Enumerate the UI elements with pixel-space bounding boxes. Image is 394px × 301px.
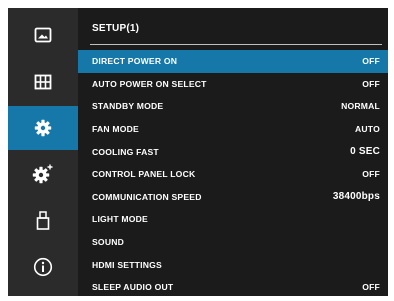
menu-item-control-panel-lock[interactable]: CONTROL PANEL LOCK OFF — [78, 163, 388, 186]
menu-item-label: STANDBY MODE — [92, 101, 164, 112]
setup-panel: SETUP(1) DIRECT POWER ON OFF AUTO POWER … — [78, 8, 388, 296]
menu-item-label: DIRECT POWER ON — [92, 56, 178, 67]
sidebar-item-layout[interactable] — [8, 60, 78, 104]
menu-item-value: 0 SEC — [350, 146, 380, 158]
menu-item-label: COMMUNICATION SPEED — [92, 191, 202, 202]
menu-item-label: FAN MODE — [92, 124, 139, 135]
menu-item-label: HDMI SETTINGS — [92, 259, 162, 270]
menu-item-value: OFF — [362, 56, 380, 67]
menu-item-auto-power-on-select[interactable]: AUTO POWER ON SELECT OFF — [78, 73, 388, 96]
menu-item-standby-mode[interactable]: STANDBY MODE NORMAL — [78, 95, 388, 118]
menu-item-value: OFF — [362, 169, 380, 180]
menu-item-light-mode[interactable]: LIGHT MODE — [78, 208, 388, 231]
sidebar-item-picture[interactable] — [8, 13, 78, 57]
menu-title: SETUP(1) — [92, 23, 140, 34]
title-divider — [90, 44, 382, 45]
settings-list: DIRECT POWER ON OFF AUTO POWER ON SELECT… — [78, 50, 388, 299]
menu-item-cooling-fast[interactable]: COOLING FAST 0 SEC — [78, 140, 388, 163]
gear-plus-icon — [32, 164, 53, 184]
menu-item-value: 38400bps — [332, 191, 380, 203]
sidebar-item-setup[interactable] — [8, 106, 78, 150]
menu-item-fan-mode[interactable]: FAN MODE AUTO — [78, 118, 388, 141]
menu-item-label: AUTO POWER ON SELECT — [92, 78, 207, 89]
gear-icon — [34, 119, 52, 137]
info-icon — [33, 257, 53, 277]
menu-item-label: CONTROL PANEL LOCK — [92, 169, 196, 180]
connector-icon — [36, 211, 50, 230]
menu-item-value: OFF — [362, 78, 380, 89]
sidebar-item-advanced-setup[interactable] — [8, 152, 78, 196]
sidebar-item-info[interactable] — [8, 245, 78, 289]
menu-item-hdmi-settings[interactable]: HDMI SETTINGS — [78, 253, 388, 276]
sidebar-item-connection[interactable] — [8, 199, 78, 243]
menu-item-communication-speed[interactable]: COMMUNICATION SPEED 38400bps — [78, 186, 388, 209]
layout-grid-icon — [34, 74, 52, 90]
sidebar — [8, 8, 78, 296]
menu-item-sleep-audio-out[interactable]: SLEEP AUDIO OUT OFF — [78, 276, 388, 299]
menu-item-value: NORMAL — [341, 101, 380, 112]
menu-item-label: SLEEP AUDIO OUT — [92, 282, 174, 293]
menu-item-direct-power-on[interactable]: DIRECT POWER ON OFF — [78, 50, 388, 73]
menu-item-value: AUTO — [355, 124, 380, 135]
menu-item-value: OFF — [362, 282, 380, 293]
menu-item-sound[interactable]: SOUND — [78, 231, 388, 254]
osd-menu: SETUP(1) DIRECT POWER ON OFF AUTO POWER … — [8, 8, 388, 296]
menu-item-label: COOLING FAST — [92, 146, 159, 157]
menu-item-label: LIGHT MODE — [92, 214, 148, 225]
menu-item-label: SOUND — [92, 237, 125, 248]
picture-icon — [34, 27, 52, 43]
